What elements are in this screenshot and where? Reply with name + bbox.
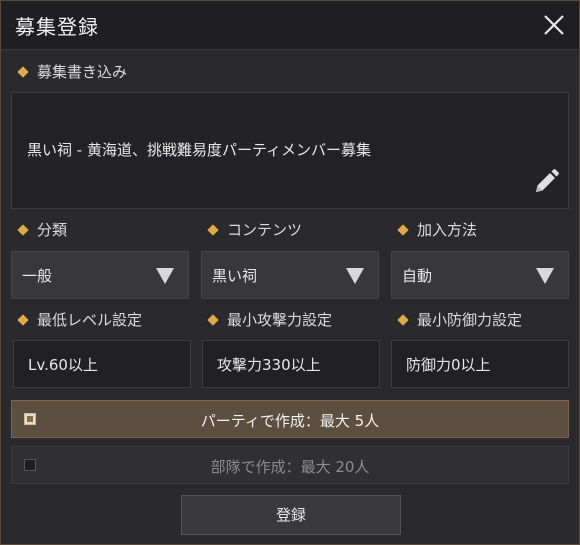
min-defense-label-text: 最小防御力設定 [417,311,523,329]
diamond-bullet-icon [17,313,29,326]
post-text-box[interactable]: 黒い祠 - 黄海道、挑戦難易度パーティメンバー募集 [11,92,569,209]
category-label: 分類 [17,219,68,240]
diamond-bullet-icon [17,65,29,78]
category-value: 一般 [22,267,53,285]
join-method-select[interactable]: 自動 [391,251,569,299]
join-method-label-text: 加入方法 [417,221,478,239]
dropdown-arrow-icon [346,268,364,284]
diamond-bullet-icon [397,223,409,236]
content-label-text: コンテンツ [227,221,303,239]
post-text: 黒い祠 - 黄海道、挑戦難易度パーティメンバー募集 [27,141,372,159]
min-defense-label: 最小防御力設定 [397,309,523,330]
dropdown-arrow-icon [156,268,174,284]
content-value: 黒い祠 [212,267,258,285]
diamond-bullet-icon [17,223,29,236]
diamond-bullet-icon [207,313,219,326]
content-select[interactable]: 黒い祠 [201,251,379,299]
join-method-label: 加入方法 [397,219,478,240]
dropdown-arrow-icon [536,268,554,284]
min-attack-label: 最小攻撃力設定 [207,309,333,330]
recruit-register-dialog: 募集登録 募集書き込み 黒い祠 - 黄海道、挑戦難易度パーティメンバー募集 分類… [0,0,580,545]
min-attack-label-text: 最小攻撃力設定 [227,311,333,329]
post-label-text: 募集書き込み [37,63,128,81]
category-select[interactable]: 一般 [11,251,189,299]
min-attack-value: 攻撃力330以上 [217,356,321,374]
min-defense-field[interactable]: 防御力0以上 [391,340,569,388]
squad-option[interactable]: 部隊で作成：最大 20人 [11,446,569,484]
dialog-titlebar: 募集登録 [1,1,579,50]
close-button[interactable] [539,10,569,40]
min-attack-field[interactable]: 攻撃力330以上 [202,340,380,388]
join-method-value: 自動 [402,267,433,285]
min-level-value: Lv.60以上 [28,356,98,374]
content-label: コンテンツ [207,219,303,240]
pencil-icon[interactable] [532,168,560,196]
min-level-field[interactable]: Lv.60以上 [13,340,191,388]
close-icon [544,15,564,35]
diamond-bullet-icon [397,313,409,326]
diamond-bullet-icon [207,223,219,236]
min-level-label-text: 最低レベル設定 [37,311,143,329]
register-button[interactable]: 登録 [181,495,401,535]
category-label-text: 分類 [37,221,68,239]
dialog-title: 募集登録 [15,15,99,39]
post-section-label: 募集書き込み [17,61,128,82]
party-option-label: パーティで作成：最大 5人 [200,412,380,430]
min-defense-value: 防御力0以上 [406,356,491,374]
squad-option-label: 部隊で作成：最大 20人 [210,458,370,476]
min-level-label: 最低レベル設定 [17,309,143,330]
party-option[interactable]: パーティで作成：最大 5人 [11,400,569,438]
